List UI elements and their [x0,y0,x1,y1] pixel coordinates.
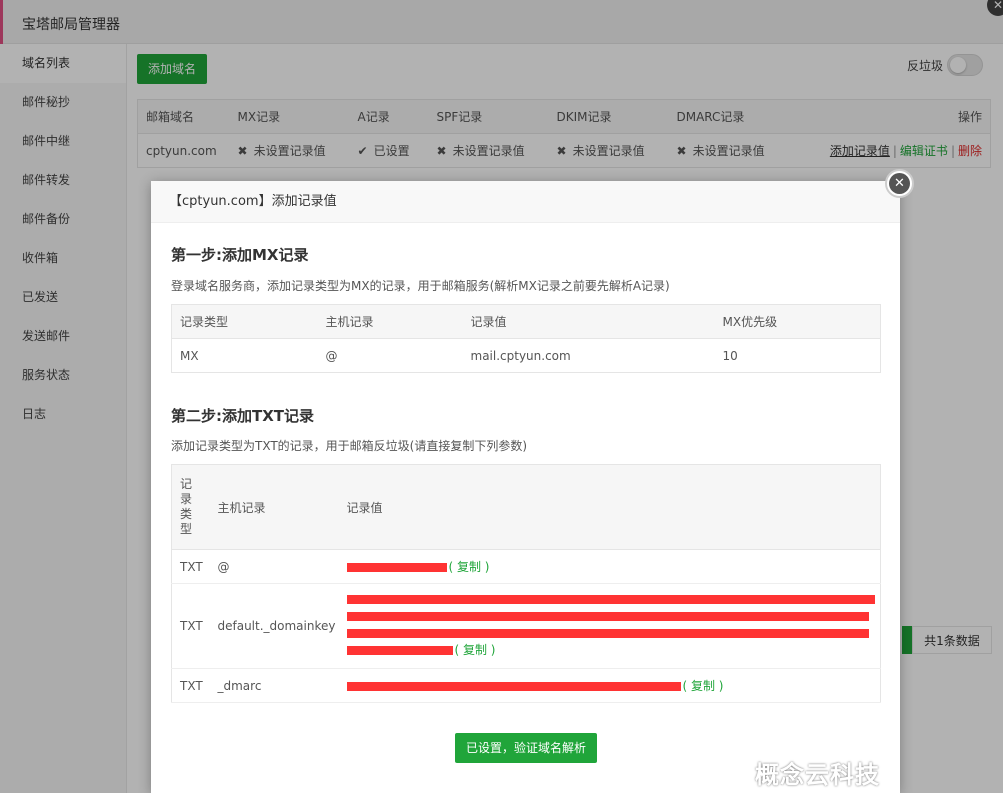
txt-type: TXT [171,668,210,703]
txt-value-cell: ( 复制 ) [338,583,881,669]
col-record-type: 记录类型 [171,464,210,550]
txt-value-cell: ( 复制 ) [338,668,881,703]
col-mx-priority: MX优先级 [714,304,881,339]
table-row: TXT @ ( 复制 ) [171,549,881,584]
close-icon: ✕ [889,173,910,194]
col-record-type: 记录类型 [171,304,318,339]
step2-desc: 添加记录类型为TXT的记录，用于邮箱反垃圾(请直接复制下列参数) [171,439,528,453]
mx-record-table: 记录类型 主机记录 记录值 MX优先级 MX @ mail.cptyun.com… [171,304,881,373]
txt-host: default._domainkey [209,583,339,669]
mx-type: MX [180,348,199,363]
mx-host: @ [325,348,338,363]
copy-link[interactable]: ( 复制 ) [683,679,724,693]
redacted-value [346,646,453,655]
txt-host: @ [209,549,339,584]
add-record-dialog: 【cptyun.com】添加记录值 第一步:添加MX记录 登录域名服务商，添加记… [151,181,900,793]
redacted-value [346,563,447,572]
col-host: 主机记录 [317,304,463,339]
table-header-row: 记录类型 主机记录 记录值 [171,464,881,550]
table-row: TXT default._domainkey ( 复制 ) [171,583,881,669]
mx-priority: 10 [722,348,738,363]
txt-type: TXT [171,583,210,669]
redacted-value [346,595,875,604]
verify-dns-button[interactable]: 已设置，验证域名解析 [455,733,597,763]
table-header-row: 记录类型 主机记录 记录值 MX优先级 [171,304,881,339]
txt-record-table: 记录类型 主机记录 记录值 TXT @ ( 复制 ) TXT default._… [171,464,881,703]
step1-desc: 登录域名服务商，添加记录类型为MX的记录，用于邮箱服务(解析MX记录之前要先解析… [171,279,670,293]
table-row: MX @ mail.cptyun.com 10 [172,339,881,373]
redacted-value [346,682,681,691]
watermark: 概念云科技 [755,761,880,789]
txt-host: _dmarc [209,668,339,703]
step2-title: 第二步:添加TXT记录 [171,407,315,425]
dialog-title: 【cptyun.com】添加记录值 [151,181,900,223]
col-value: 记录值 [462,304,715,339]
col-value: 记录值 [338,464,881,550]
copy-link[interactable]: ( 复制 ) [455,643,496,657]
copy-link[interactable]: ( 复制 ) [449,560,490,574]
mx-value: mail.cptyun.com [470,348,571,363]
txt-type: TXT [171,549,210,584]
redacted-value [346,629,869,638]
dialog-close-button[interactable]: ✕ [885,169,914,198]
txt-value-cell: ( 复制 ) [338,549,881,584]
dkim-value: ( 复制 ) [346,595,881,659]
dkim-last-line: ( 复制 ) [346,642,881,659]
table-row: TXT _dmarc ( 复制 ) [171,668,881,703]
redacted-value [346,612,869,621]
col-host: 主机记录 [209,464,339,550]
step1-title: 第一步:添加MX记录 [171,246,309,264]
